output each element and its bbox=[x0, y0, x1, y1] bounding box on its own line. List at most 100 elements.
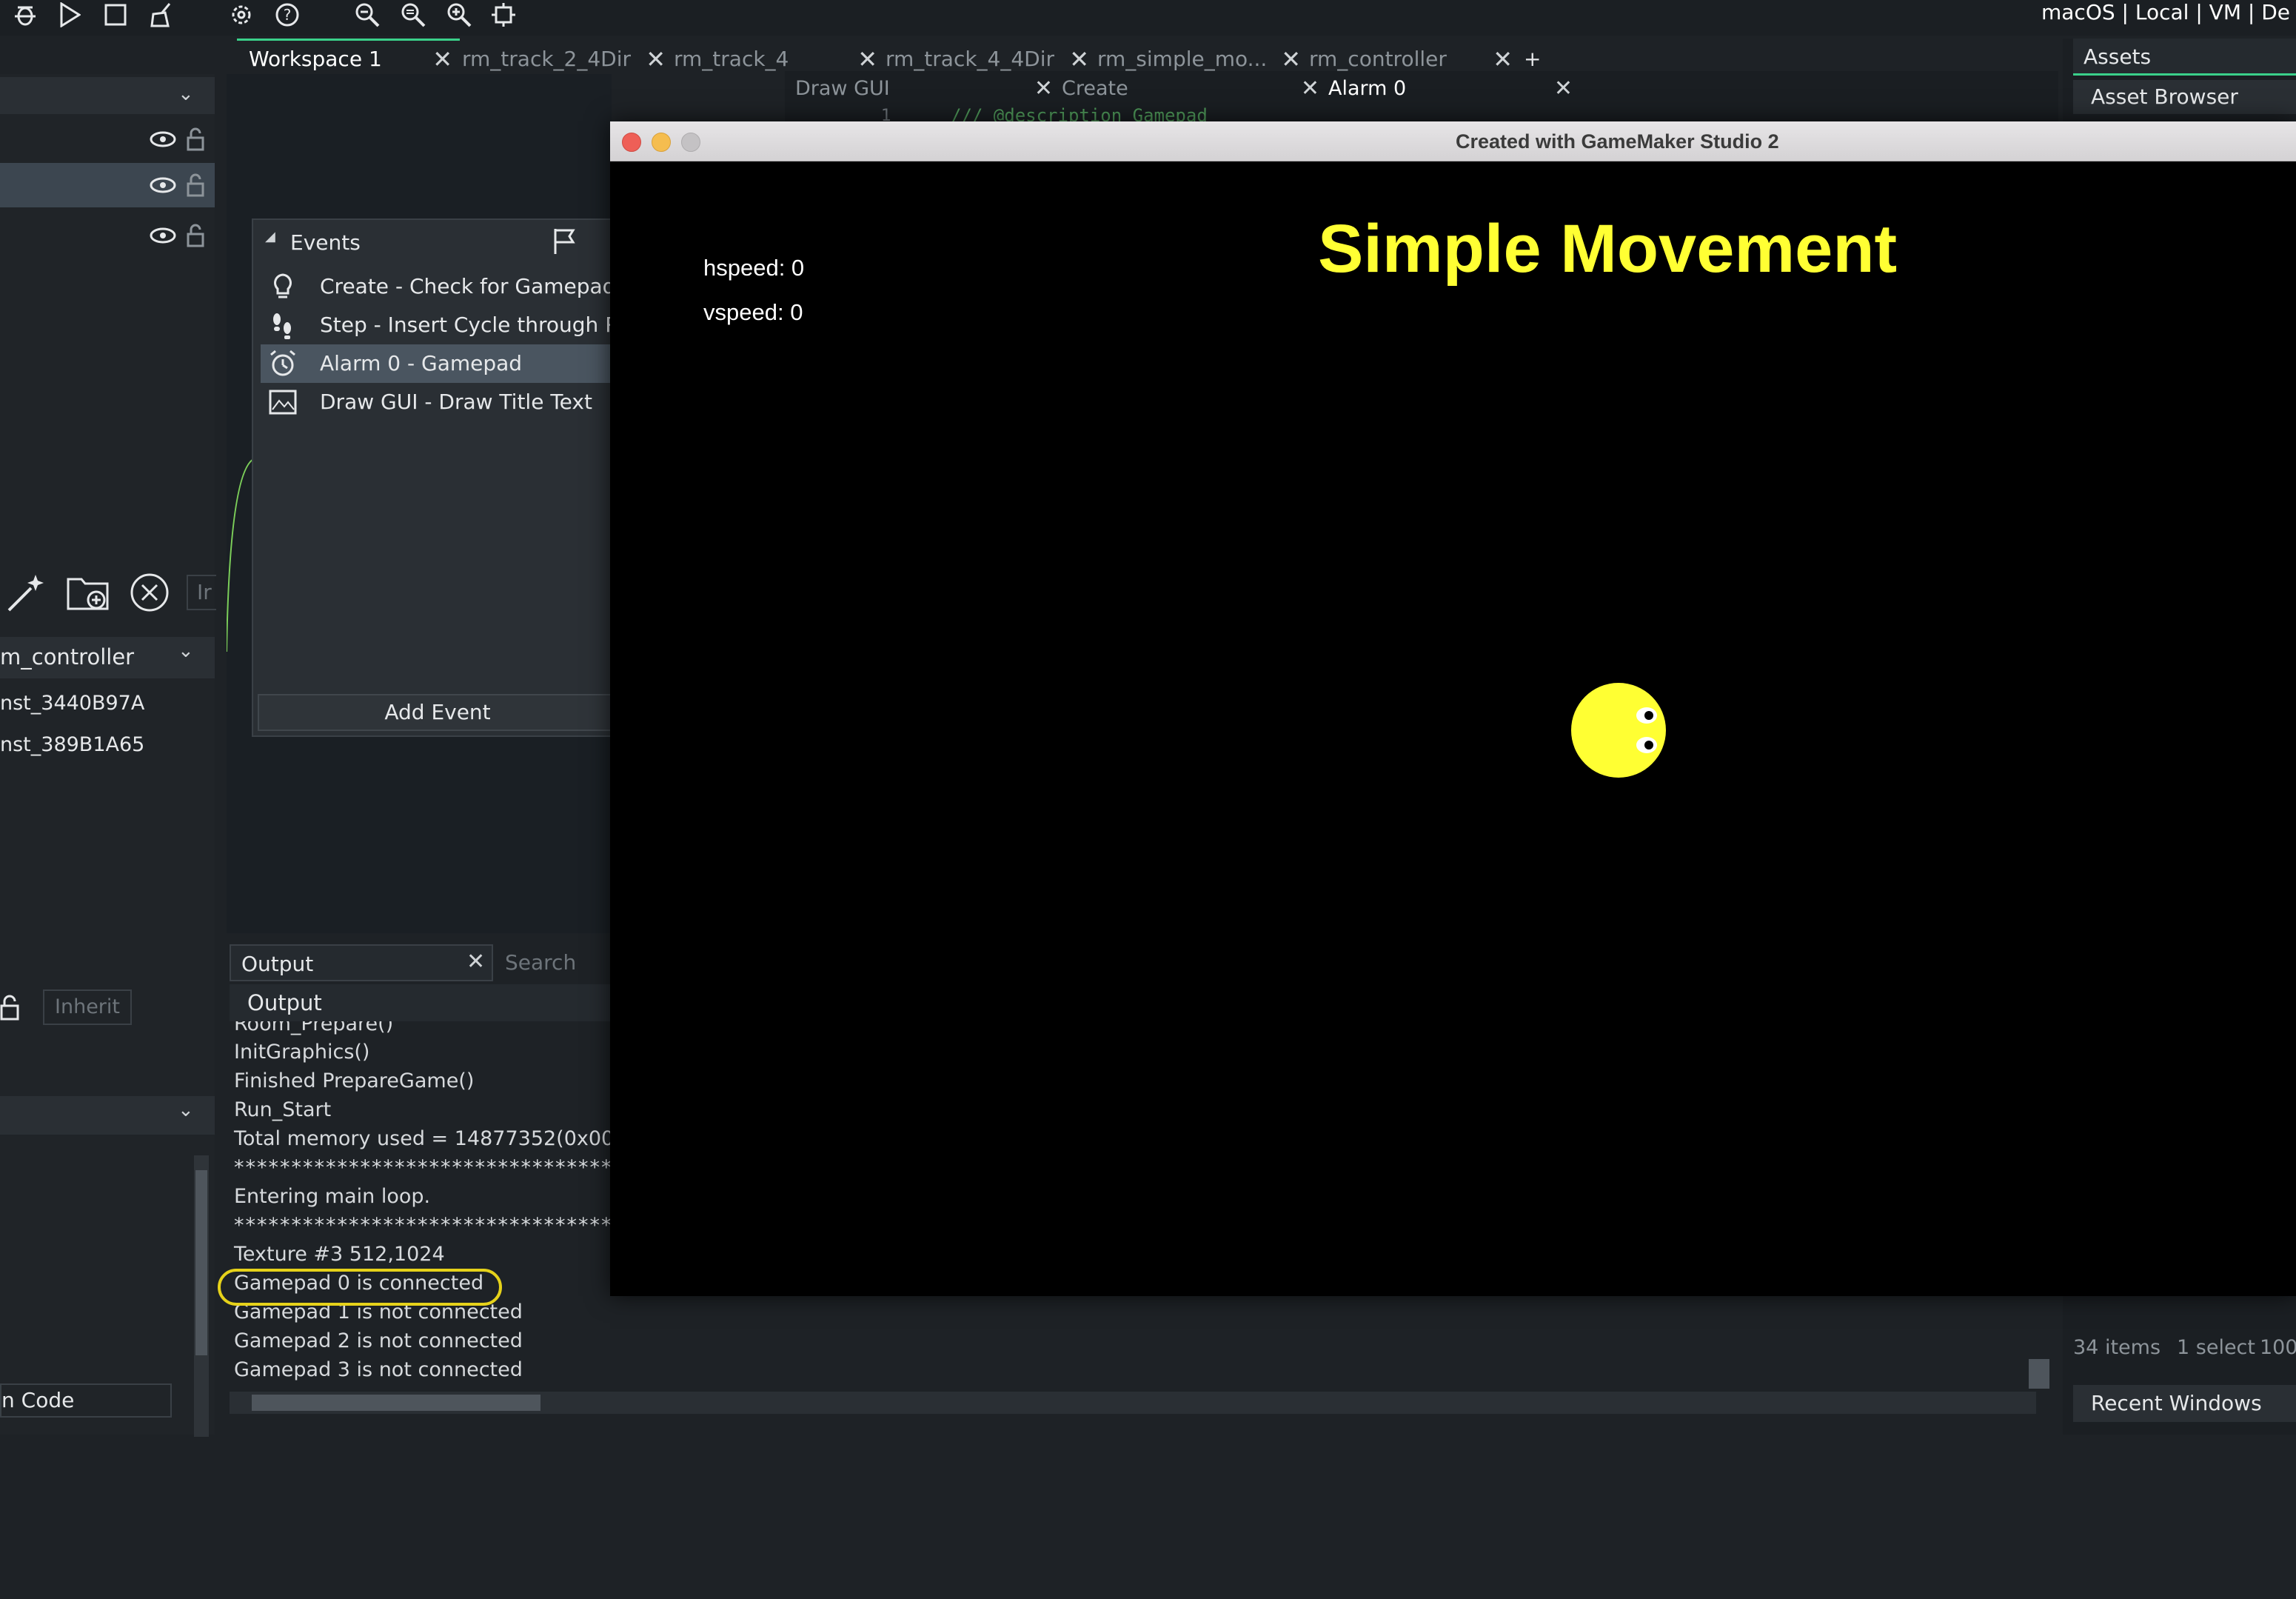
alarm-clock-icon bbox=[270, 350, 295, 376]
event-label: Step - Insert Cycle through Roon bbox=[320, 313, 616, 337]
delete-icon[interactable] bbox=[127, 570, 172, 615]
event-step[interactable]: Step - Insert Cycle through Roon bbox=[261, 306, 616, 344]
event-draw-gui[interactable]: Draw GUI - Draw Title Text bbox=[261, 383, 616, 421]
tab-label: rm_track_4 bbox=[674, 47, 789, 71]
log-line: Total memory used = 14877352(0x00e3 bbox=[234, 1127, 640, 1150]
eye-icon[interactable] bbox=[148, 221, 178, 250]
inherit-field[interactable]: Ir bbox=[187, 575, 216, 610]
recent-windows-header[interactable]: Recent Windows bbox=[2073, 1385, 2296, 1422]
gear-icon[interactable] bbox=[227, 0, 256, 30]
tab-label: rm_track_4_4Dir bbox=[886, 47, 1055, 71]
game-heading: Simple Movement bbox=[1318, 211, 1898, 287]
log-line: Finished PrepareGame() bbox=[234, 1069, 475, 1092]
log-line: Entering main loop. bbox=[234, 1185, 431, 1208]
code-button[interactable]: n Code bbox=[0, 1383, 172, 1418]
asset-browser-label: Asset Browser bbox=[2091, 84, 2238, 109]
instances-header[interactable]: m_controller ⌄ bbox=[0, 637, 215, 678]
output-title: Output bbox=[247, 990, 322, 1015]
close-icon[interactable]: ✕ bbox=[466, 949, 485, 975]
lightbulb-icon bbox=[274, 273, 292, 298]
add-event-button[interactable]: Add Event bbox=[258, 694, 617, 731]
workspace-tabs: Workspace 1 ✕ rm_track_2_4Dir ✕ rm_track_4… bbox=[230, 39, 2058, 78]
tab-label: rm_controller bbox=[1309, 47, 1447, 71]
magic-wand-icon[interactable] bbox=[1, 570, 49, 618]
eye-icon[interactable] bbox=[148, 170, 178, 200]
room-name: m_controller bbox=[0, 644, 135, 670]
tab-create[interactable]: Create ✕ bbox=[1051, 74, 1327, 104]
tab-label: Workspace 1 bbox=[249, 47, 382, 71]
log-line: Gamepad 3 is not connected bbox=[234, 1358, 523, 1381]
svg-text:?: ? bbox=[284, 6, 292, 24]
event-label: Create - Check for Gamepads in bbox=[320, 274, 616, 298]
close-icon[interactable]: ✕ bbox=[1034, 74, 1053, 104]
add-folder-icon[interactable] bbox=[64, 569, 113, 616]
room-layers-panel: ⌄ Ir m_controller ⌄ nst_3440B97A nst_389… bbox=[0, 74, 216, 1437]
build-target-label[interactable]: macOS | Local | VM | De bbox=[2041, 0, 2290, 24]
main-toolbar: ? macOS | Local | VM | De bbox=[0, 0, 2296, 36]
instance-label: nst_389B1A65 bbox=[0, 733, 145, 756]
tab-draw-gui[interactable]: Draw GUI ✕ bbox=[785, 74, 1060, 104]
log-line: Gamepad 2 is not connected bbox=[234, 1329, 523, 1352]
properties-header[interactable]: ⌄ bbox=[0, 1096, 215, 1135]
events-window: ◢ Events Create - Check for Gamepads in … bbox=[252, 218, 622, 737]
event-alarm-0[interactable]: Alarm 0 - Gamepad bbox=[261, 344, 616, 383]
chevron-down-icon[interactable]: ⌄ bbox=[178, 1099, 194, 1121]
highlight-ellipse bbox=[218, 1269, 502, 1306]
list-item[interactable]: nst_3440B97A bbox=[0, 684, 215, 723]
layer-row[interactable] bbox=[0, 118, 215, 160]
close-icon[interactable]: ✕ bbox=[1301, 74, 1319, 104]
collapse-triangle-icon[interactable]: ◢ bbox=[265, 229, 275, 244]
scrollbar[interactable] bbox=[194, 1155, 209, 1437]
horizontal-scrollbar[interactable] bbox=[230, 1392, 2036, 1414]
lock-icon[interactable] bbox=[0, 992, 22, 1022]
tab-label: Draw GUI bbox=[795, 77, 890, 100]
lock-icon[interactable] bbox=[181, 124, 210, 154]
layer-row-selected[interactable] bbox=[0, 163, 215, 207]
picture-icon bbox=[269, 390, 297, 415]
close-icon[interactable]: ✕ bbox=[1554, 74, 1573, 104]
game-window[interactable]: Created with GameMaker Studio 2 Simple M… bbox=[610, 121, 2296, 1296]
log-line: Run_Start bbox=[234, 1098, 332, 1121]
asset-browser-header[interactable]: Asset Browser bbox=[2073, 80, 2296, 114]
zoom-reset-icon[interactable] bbox=[398, 0, 428, 30]
log-line: InitGraphics() bbox=[234, 1041, 370, 1064]
chevron-down-icon[interactable]: ⌄ bbox=[178, 640, 194, 662]
scrollbar-thumb[interactable] bbox=[252, 1395, 540, 1411]
asset-zoom: 100% bbox=[2260, 1336, 2296, 1359]
assets-title: Assets bbox=[2084, 44, 2152, 69]
broom-icon[interactable] bbox=[147, 0, 176, 30]
window-titlebar[interactable]: Created with GameMaker Studio 2 bbox=[610, 121, 2296, 161]
event-label: Draw GUI - Draw Title Text bbox=[320, 390, 592, 414]
search-results-input[interactable]: Search Resu bbox=[498, 944, 616, 1012]
asset-count: 34 items bbox=[2073, 1336, 2161, 1359]
tab-label: rm_track_2_4Dir bbox=[462, 47, 632, 71]
vertical-scrollbar-thumb[interactable] bbox=[2029, 1359, 2049, 1389]
tab-rm-track-2-4dir[interactable]: rm_track_2_4Dir ✕ bbox=[450, 39, 673, 78]
output-tab[interactable]: Output ✕ bbox=[230, 944, 493, 981]
flag-icon[interactable] bbox=[551, 226, 580, 256]
event-create[interactable]: Create - Check for Gamepads in bbox=[261, 267, 616, 306]
layer-row[interactable] bbox=[0, 215, 215, 256]
stop-icon[interactable] bbox=[101, 0, 130, 30]
zoom-out-icon[interactable] bbox=[352, 0, 382, 30]
lock-icon[interactable] bbox=[181, 170, 210, 200]
bug-icon[interactable] bbox=[10, 0, 40, 30]
tab-workspace-1[interactable]: Workspace 1 ✕ bbox=[237, 39, 460, 78]
play-icon[interactable] bbox=[55, 0, 84, 30]
log-line: Room_Prepare() bbox=[234, 1021, 394, 1035]
zoom-in-icon[interactable] bbox=[444, 0, 474, 30]
inherit-button[interactable]: Inherit bbox=[43, 989, 132, 1025]
list-item[interactable]: nst_389B1A65 bbox=[0, 726, 215, 764]
eye-icon[interactable] bbox=[148, 124, 178, 154]
tab-label: Alarm 0 bbox=[1328, 77, 1407, 100]
help-icon[interactable]: ? bbox=[272, 0, 302, 30]
scrollbar-thumb[interactable] bbox=[195, 1170, 207, 1355]
assets-tab[interactable]: Assets bbox=[2073, 39, 2296, 76]
tab-alarm-0[interactable]: Alarm 0 ✕ bbox=[1318, 74, 1580, 104]
recent-windows-label: Recent Windows bbox=[2091, 1391, 2262, 1415]
tab-label: Create bbox=[1062, 77, 1128, 100]
fit-icon[interactable] bbox=[489, 0, 518, 30]
close-icon[interactable]: ✕ bbox=[432, 41, 452, 78]
lock-icon[interactable] bbox=[181, 221, 210, 250]
chevron-down-icon[interactable]: ⌄ bbox=[178, 83, 194, 105]
